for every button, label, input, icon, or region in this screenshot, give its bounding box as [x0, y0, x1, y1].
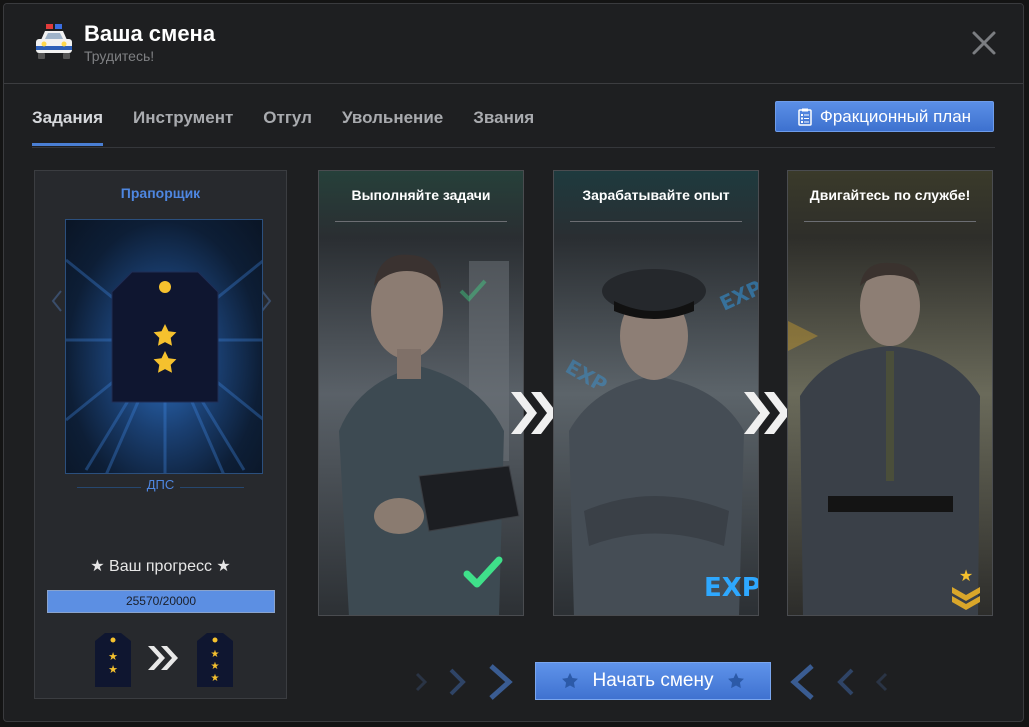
- faction-plan-label: Фракционный план: [819, 106, 972, 126]
- start-shift-label: Начать смену: [592, 670, 714, 691]
- officer-with-tablet-illustration: [319, 171, 523, 615]
- card-divider: [335, 221, 507, 222]
- shift-window: Ваша смена Трудитесь! Задания Инструмент…: [3, 3, 1024, 722]
- double-chevron-icon: [148, 646, 178, 670]
- tab-dismissal[interactable]: Увольнение: [342, 104, 443, 146]
- window-subtitle: Трудитесь!: [84, 48, 155, 64]
- card-title: Выполняйте задачи: [351, 187, 491, 203]
- current-rank-icon: ★ ★: [95, 633, 131, 687]
- next-rank-icon: ★ ★ ★: [197, 633, 233, 687]
- card-divider: [804, 221, 976, 222]
- clipboard-list-icon: [798, 108, 812, 126]
- svg-text:★: ★: [211, 661, 220, 672]
- window-header: Ваша смена Трудитесь!: [4, 4, 1023, 84]
- star-icon: [728, 672, 745, 689]
- start-shift-button[interactable]: Начать смену: [535, 662, 771, 700]
- progress-label: ★ Ваш прогресс ★: [90, 558, 231, 575]
- svg-text:★: ★: [211, 649, 220, 660]
- officer-with-cap-illustration: EXP EXP EXP: [554, 171, 759, 615]
- card-complete-tasks: Выполняйте задачи: [318, 170, 524, 616]
- officer-standing-illustration: ★: [788, 171, 992, 615]
- svg-text:★: ★: [108, 650, 118, 663]
- tab-tasks[interactable]: Задания: [32, 104, 103, 146]
- right-chevrons-decor: [790, 664, 888, 700]
- exp-badge: EXP: [704, 573, 759, 603]
- card-earn-experience: EXP EXP EXP Зарабатывайте опыт: [553, 170, 759, 616]
- department-label: ДПС: [35, 477, 286, 492]
- card-title: Зарабатывайте опыт: [582, 187, 730, 203]
- police-car-icon: [36, 24, 72, 59]
- card-career-advance: ★ Двигайтесь по службе!: [787, 170, 993, 616]
- svg-text:★: ★: [108, 663, 118, 676]
- faction-plan-button[interactable]: Фракционный план: [775, 101, 994, 132]
- rank-insignia-frame: [65, 219, 263, 474]
- card-title: Двигайтесь по службе!: [809, 187, 971, 203]
- tab-bar: Задания Инструмент Отгул Увольнение Зван…: [32, 104, 534, 149]
- progress-text: 25570/20000: [125, 594, 197, 608]
- star-icon: [561, 672, 578, 689]
- left-chevrons-decor: [415, 664, 513, 700]
- svg-text:★: ★: [211, 673, 220, 684]
- rank-name: Прапорщик: [120, 185, 201, 201]
- card-divider: [570, 221, 742, 222]
- epaulette-icon: [66, 258, 262, 473]
- window-title: Ваша смена: [84, 21, 216, 46]
- svg-text:★: ★: [959, 566, 973, 585]
- tab-ranks[interactable]: Звания: [473, 104, 534, 146]
- rank-panel: Прапорщик ДПС ★ Ваш прогресс ★ 25570/200…: [34, 170, 287, 699]
- close-icon[interactable]: [971, 30, 997, 56]
- tab-divider: [32, 147, 995, 148]
- tab-tools[interactable]: Инструмент: [133, 104, 233, 146]
- tab-day-off[interactable]: Отгул: [263, 104, 312, 146]
- progress-bar: 25570/20000: [47, 590, 275, 613]
